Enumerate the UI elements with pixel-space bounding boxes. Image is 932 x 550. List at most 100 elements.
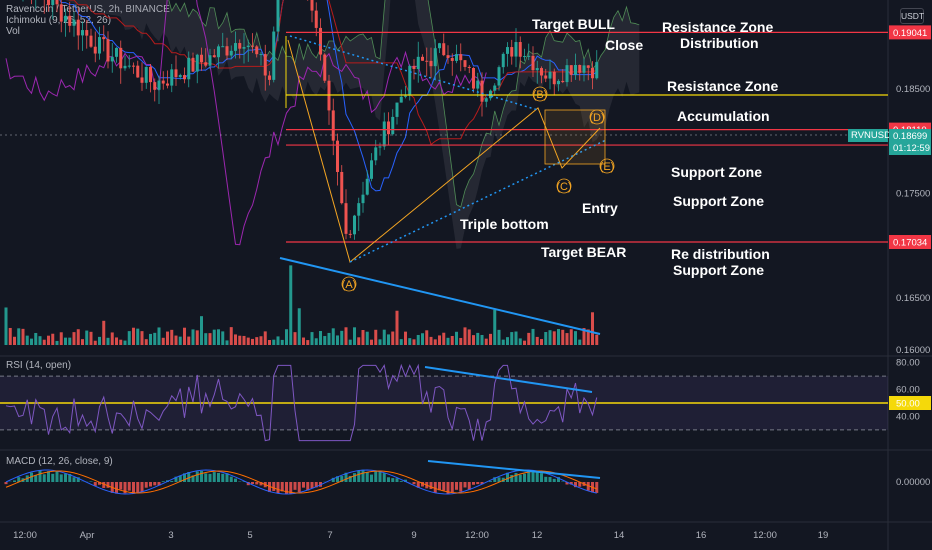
candle-body [463, 60, 467, 67]
candle-body [195, 54, 199, 72]
volume-bar [523, 340, 526, 345]
macd-histogram-bar [412, 482, 416, 485]
candle-body [208, 55, 212, 66]
macd-histogram-bar [378, 471, 382, 482]
macd-histogram-bar [472, 482, 475, 485]
macd-histogram-bar [200, 470, 203, 482]
time-axis-label: 12 [532, 530, 543, 541]
price-tick-label: 0.18500 [896, 84, 930, 95]
annotation-text: Support Zone [673, 262, 764, 278]
annotation-text: Resistance Zone [662, 19, 773, 35]
candle-body [178, 75, 182, 78]
volume-bar [64, 337, 67, 345]
macd-histogram-bar [72, 477, 76, 482]
candle-body [357, 203, 361, 216]
volume-bar [467, 329, 471, 345]
volume-bar [183, 327, 186, 345]
volume-bar [68, 337, 72, 345]
volume-bar [276, 336, 280, 345]
price-tick-label: 0.16000 [896, 345, 930, 356]
macd-histogram-bar [229, 476, 233, 482]
volume-bar [459, 337, 463, 345]
candle-body [531, 55, 535, 71]
volume-bar [484, 338, 488, 345]
candle-body [55, 0, 59, 5]
candle-body [276, 0, 280, 32]
volume-bar [365, 331, 369, 345]
candle-body [548, 71, 552, 79]
volume-bar [136, 328, 140, 345]
volume-bar [72, 332, 76, 345]
macd-histogram-bar [391, 478, 395, 482]
macd-histogram-bar [119, 482, 123, 490]
volume-bar [140, 331, 144, 345]
price-tag-label: 0.19041 [893, 28, 927, 39]
volume-bar [115, 337, 118, 345]
candle-body [161, 80, 165, 84]
macd-histogram-bar [387, 477, 390, 482]
candle-body [501, 53, 505, 68]
macd-histogram-bar [518, 474, 522, 482]
chart-canvas[interactable]: (A) (B) (C) (D) (E) Target BULL Resistance Zon… [0, 0, 932, 550]
macd-histogram-bar [395, 478, 399, 482]
volume-bar [306, 340, 310, 345]
volume-bar [285, 329, 288, 345]
volume-bar [195, 330, 199, 345]
candle-body [136, 65, 140, 78]
candle-body [102, 37, 106, 40]
volume-bar [106, 337, 110, 345]
volume-bar [344, 327, 348, 345]
volume-bar [489, 333, 492, 345]
macd-histogram-bar [4, 482, 8, 485]
volume-bar [93, 340, 97, 345]
volume-bar [221, 331, 225, 345]
volume-bar [540, 339, 543, 345]
volume-bar [544, 332, 548, 345]
volume-bar [200, 316, 203, 345]
volume-bar [310, 332, 314, 345]
candle-body [510, 47, 514, 57]
volume-bar [370, 339, 373, 345]
candle-body [493, 85, 497, 91]
candle-body [374, 147, 378, 161]
candle-body [64, 15, 67, 22]
macd-histogram-bar [442, 482, 446, 491]
candle-body [557, 80, 560, 85]
candle-body [191, 57, 195, 72]
volume-bar [463, 327, 467, 345]
candle-body [76, 19, 80, 36]
macd-histogram-bar [161, 481, 165, 482]
volume-bar [510, 332, 514, 345]
macd-histogram-bar [374, 470, 378, 482]
volume-bar [263, 331, 267, 345]
candle-body [506, 47, 509, 54]
volume-bar [208, 333, 212, 345]
chart-root[interactable]: Ravencoin / TetherUS, 2h, BINANCE Ichimo… [0, 0, 932, 550]
volume-bar [242, 335, 246, 345]
volume-bar [132, 327, 135, 345]
macd-histogram-bar [140, 482, 144, 492]
macd-histogram-bar [47, 471, 50, 482]
candle-body [378, 146, 382, 148]
volume-bar [42, 339, 46, 345]
macd-histogram-bar [293, 482, 297, 490]
macd-histogram-bar [429, 482, 433, 490]
volume-bar [378, 339, 382, 345]
volume-bar [251, 338, 254, 345]
annotation-text: Accumulation [677, 108, 770, 124]
candle-body [51, 0, 55, 6]
volume-bar [204, 333, 208, 345]
macd-histogram-bar [370, 474, 373, 482]
macd-histogram-bar [234, 478, 237, 482]
volume-bar [527, 332, 531, 345]
volume-bar [289, 265, 293, 345]
wave-label: (D) [589, 112, 604, 124]
macd-histogram-bar [13, 480, 16, 482]
volume-bar [391, 331, 395, 345]
macd-histogram-bar [251, 482, 254, 484]
candle-body [455, 54, 458, 61]
macd-histogram-bar [297, 482, 301, 493]
volume-bar [501, 339, 505, 345]
volume-bar [166, 331, 169, 345]
candle-body [365, 178, 369, 195]
